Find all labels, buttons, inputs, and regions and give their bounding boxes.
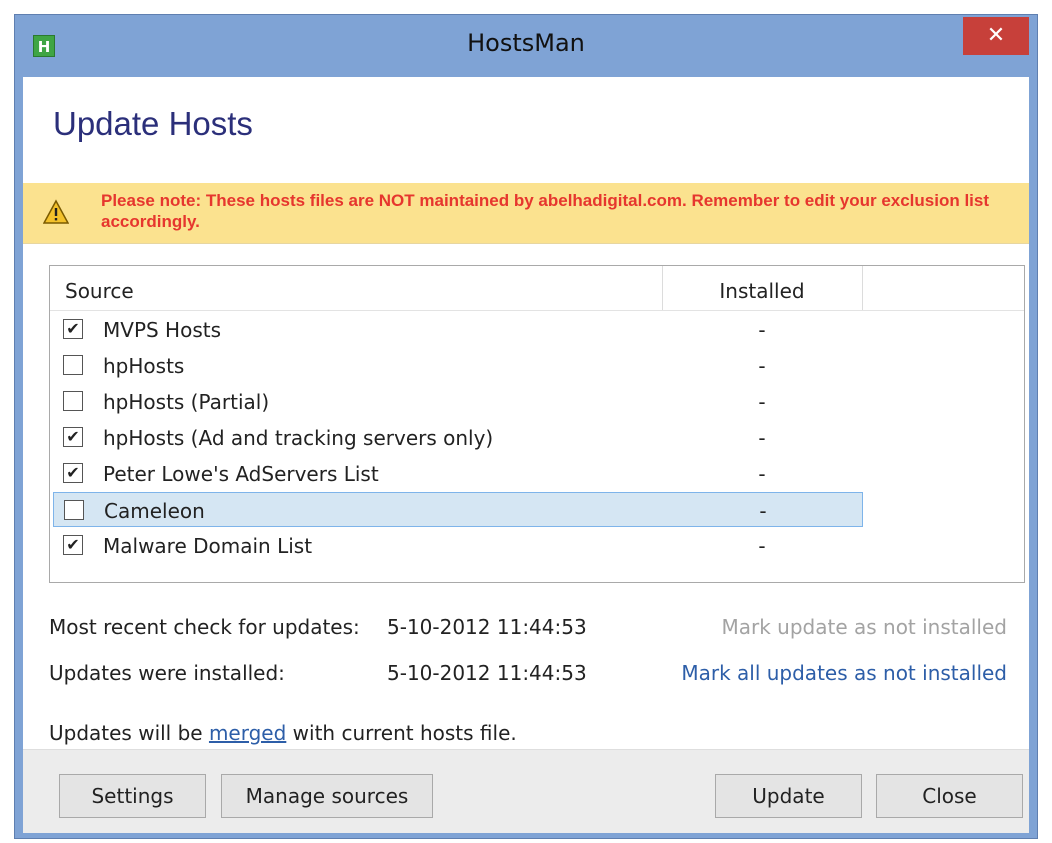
- row-installed-value: -: [758, 390, 766, 414]
- list-row[interactable]: hpHosts -: [53, 348, 863, 383]
- row-source-label: MVPS Hosts: [103, 318, 222, 342]
- row-source-label: hpHosts (Partial): [103, 390, 270, 414]
- window-close-button[interactable]: ✕: [963, 17, 1029, 55]
- row-installed-value: -: [758, 426, 766, 450]
- window-title: HostsMan: [467, 29, 585, 57]
- hostsman-window: H HostsMan ✕ Update Hosts Please note: T…: [14, 14, 1038, 839]
- recent-check-label: Most recent check for updates:: [49, 615, 360, 639]
- row-checkbox[interactable]: [64, 500, 84, 520]
- row-source-label: hpHosts (Ad and tracking servers only): [103, 426, 494, 450]
- row-source-label: Cameleon: [104, 499, 205, 523]
- column-divider: [862, 266, 863, 310]
- list-row[interactable]: ✔ hpHosts (Ad and tracking servers only) -: [53, 420, 863, 455]
- column-header-installed[interactable]: Installed: [662, 279, 862, 303]
- row-checkbox[interactable]: [63, 355, 83, 375]
- installed-value: 5-10-2012 11:44:53: [387, 661, 587, 685]
- mark-update-not-installed-link[interactable]: Mark update as not installed: [721, 615, 1007, 639]
- merge-prefix: Updates will be: [49, 721, 203, 745]
- page-title: Update Hosts: [53, 105, 253, 142]
- row-installed-value: -: [758, 354, 766, 378]
- recent-check-value: 5-10-2012 11:44:53: [387, 615, 587, 639]
- row-source-label: hpHosts: [103, 354, 185, 378]
- row-checkbox[interactable]: ✔: [63, 535, 83, 555]
- sources-list[interactable]: Source Installed ✔ MVPS Hosts - hpHosts - hpH…: [49, 265, 1025, 583]
- merge-suffix: with current hosts file.: [292, 721, 517, 745]
- list-row[interactable]: ✔ Malware Domain List -: [53, 528, 863, 563]
- column-header-source[interactable]: Source: [65, 279, 134, 303]
- row-checkbox[interactable]: ✔: [63, 319, 83, 339]
- row-installed-value: -: [758, 318, 766, 342]
- settings-button[interactable]: Settings: [59, 774, 206, 818]
- update-button[interactable]: Update: [715, 774, 862, 818]
- list-row[interactable]: hpHosts (Partial) -: [53, 384, 863, 419]
- dialog-body: Update Hosts Please note: These hosts fi…: [23, 77, 1029, 833]
- manage-sources-button[interactable]: Manage sources: [221, 774, 433, 818]
- mark-all-updates-not-installed-link[interactable]: Mark all updates as not installed: [681, 661, 1007, 685]
- notice-banner: Please note: These hosts files are NOT m…: [23, 183, 1029, 244]
- row-source-label: Malware Domain List: [103, 534, 313, 558]
- merged-link[interactable]: merged: [209, 721, 286, 745]
- merge-note: Updates will be merged with current host…: [49, 721, 517, 745]
- button-bar: Settings Manage sources Update Close: [23, 749, 1029, 833]
- row-checkbox[interactable]: ✔: [63, 427, 83, 447]
- row-installed-value: -: [758, 534, 766, 558]
- row-installed-value: -: [758, 462, 766, 486]
- warning-icon: [43, 199, 69, 224]
- list-row[interactable]: ✔ Peter Lowe's AdServers List -: [53, 456, 863, 491]
- list-row[interactable]: Cameleon -: [53, 492, 863, 527]
- row-source-label: Peter Lowe's AdServers List: [103, 462, 379, 486]
- row-checkbox[interactable]: ✔: [63, 463, 83, 483]
- installed-label: Updates were installed:: [49, 661, 285, 685]
- notice-text: Please note: These hosts files are NOT m…: [101, 191, 990, 231]
- close-icon: ✕: [986, 23, 1006, 48]
- close-button[interactable]: Close: [876, 774, 1023, 818]
- title-bar[interactable]: H HostsMan ✕: [15, 15, 1037, 77]
- list-header: Source Installed: [50, 266, 1024, 311]
- row-installed-value: -: [759, 499, 767, 523]
- list-row[interactable]: ✔ MVPS Hosts -: [53, 312, 863, 347]
- row-checkbox[interactable]: [63, 391, 83, 411]
